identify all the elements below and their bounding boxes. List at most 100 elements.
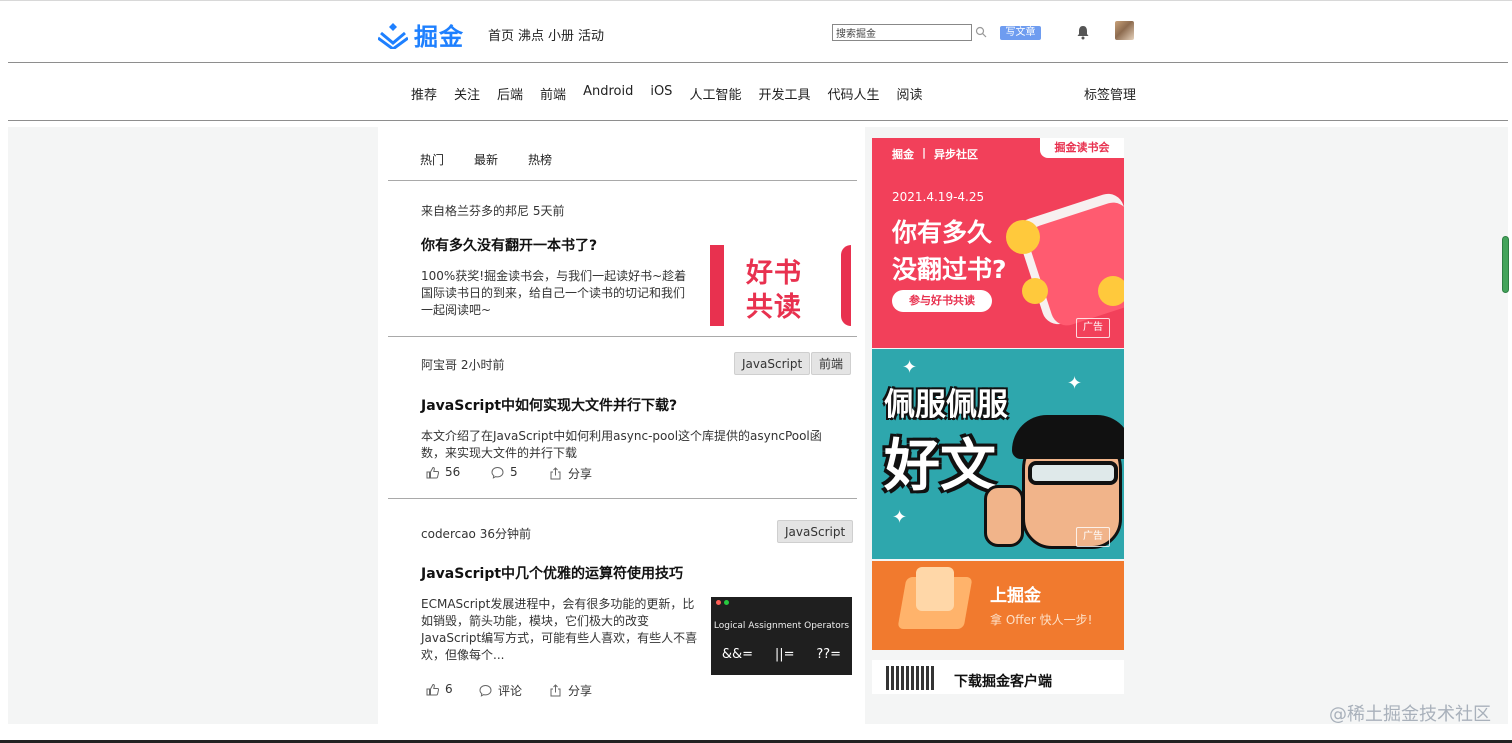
operator-text: ||=	[774, 647, 795, 662]
thumbnail-text: 共读	[746, 292, 802, 323]
share-label: 分享	[568, 684, 593, 698]
ad-brand-juejin: 掘金	[892, 148, 914, 161]
ad-headline-big: 好文	[884, 434, 996, 499]
tag-manage-link[interactable]: 标签管理	[1084, 84, 1136, 103]
ad-headline-line: 你有多久	[892, 218, 993, 247]
tag-backend[interactable]: 后端	[497, 84, 523, 103]
thumbs-up-illustration	[984, 485, 1024, 547]
nav-events[interactable]: 活动	[578, 25, 604, 44]
article-desc: 100%获奖!掘金读书会，与我们一起读好书~趁着 国际读书日的到来，给自己一个读…	[421, 268, 686, 319]
tag-android[interactable]: Android	[583, 84, 633, 103]
tag-ios[interactable]: iOS	[650, 84, 672, 103]
tag-badge[interactable]: 前端	[811, 352, 852, 375]
article-desc-line: ECMAScript发展进程中，会有很多功能的更新，比	[421, 597, 695, 611]
operator-text: &&=	[721, 647, 754, 662]
article-desc-line: 一起阅读吧~	[421, 303, 492, 317]
ad-headline: 上掘金	[990, 586, 1041, 606]
article-meta[interactable]: 阿宝哥 2小时前	[421, 356, 504, 373]
sparkle-icon: ✦	[1067, 373, 1083, 394]
window-dot	[724, 600, 729, 605]
thumbnail-bar-left	[710, 245, 724, 326]
like-button[interactable]: 6	[426, 682, 453, 696]
sparkle-icon: ✦	[892, 507, 908, 528]
ad-headline: 你有多久 没翻过书?	[892, 214, 1007, 288]
offer-ad[interactable]: 上掘金 拿 Offer 快人一步!	[872, 561, 1124, 650]
cartoon-hair	[1012, 415, 1124, 459]
download-app-card[interactable]: 下载掘金客户端	[872, 660, 1124, 694]
tab-hot[interactable]: 热门	[420, 151, 444, 168]
article-title[interactable]: JavaScript中如何实现大文件并行下载?	[421, 395, 677, 415]
article-thumbnail[interactable]: 好书 共读	[710, 245, 851, 326]
feed-divider	[388, 180, 857, 181]
article-title[interactable]: JavaScript中几个优雅的运算符使用技巧	[421, 563, 683, 583]
share-button[interactable]: 分享	[549, 465, 592, 482]
tag-frontend[interactable]: 前端	[540, 84, 566, 103]
article-desc-line: JavaScript编写方式，可能有些人喜欢，有些人不喜	[421, 631, 698, 645]
article-desc-line: 国际读书日的到来，给自己一个读书的切记和我们	[421, 286, 686, 300]
cartoon-glasses	[1028, 461, 1118, 485]
feed-tabs: 热门 最新 热榜	[420, 151, 552, 168]
tag-list: 推荐 关注 后端 前端 Android iOS 人工智能 开发工具 代码人生 阅…	[411, 84, 923, 103]
join-reading-button[interactable]: 参与好书共读	[892, 290, 992, 312]
article-desc-line: 数，来实现大文件的并行下载	[421, 446, 578, 460]
isometric-illustration	[916, 567, 954, 611]
search-input[interactable]	[832, 24, 972, 41]
great-article-ad[interactable]: ✦ ✦ ✦ 佩服佩服 好文 广告	[872, 349, 1124, 559]
comment-button[interactable]: 5	[491, 465, 518, 479]
share-icon	[550, 684, 561, 697]
article-desc-line: 100%获奖!掘金读书会，与我们一起读好书~趁着	[421, 269, 687, 283]
tab-ranking[interactable]: 热榜	[528, 151, 552, 168]
juejin-logo[interactable]: 掘金	[378, 17, 464, 52]
article-title[interactable]: 你有多久没有翻开一本书了?	[421, 235, 597, 255]
thumbnail-bar-right	[841, 245, 851, 326]
ad-date: 2021.4.19-4.25	[892, 190, 985, 204]
tag-devtools[interactable]: 开发工具	[758, 84, 810, 103]
qr-code-icon	[886, 666, 936, 690]
write-article-button[interactable]: 写文章	[1000, 26, 1041, 40]
nav-home[interactable]: 首页	[488, 25, 514, 44]
watermark: @稀土掘金技术社区	[1329, 704, 1491, 725]
comment-icon	[491, 466, 504, 479]
article-desc-line: 如销毁，箭头功能，模块，它们极大的改变	[421, 614, 650, 628]
ad-label: 广告	[1076, 318, 1110, 338]
thumbnail-operators: &&= ||= ??=	[711, 647, 852, 662]
thumbs-up-icon	[426, 466, 439, 478]
nav-books[interactable]: 小册	[548, 25, 574, 44]
tag-ai[interactable]: 人工智能	[689, 84, 741, 103]
share-button[interactable]: 分享	[549, 682, 592, 699]
like-count: 56	[445, 465, 461, 479]
comment-label: 评论	[498, 684, 523, 698]
window-dots	[716, 600, 729, 605]
logo-text: 掘金	[414, 23, 464, 51]
reading-club-label: 掘金读书会	[1040, 138, 1124, 158]
scrollbar-thumb[interactable]	[1502, 236, 1509, 293]
nav-pins[interactable]: 沸点	[518, 25, 544, 44]
search-icon[interactable]	[975, 26, 987, 38]
tag-badge[interactable]: JavaScript	[734, 352, 811, 375]
download-app-label: 下载掘金客户端	[954, 674, 1052, 690]
reading-club-ad[interactable]: 掘金 | 异步社区 掘金读书会 2021.4.19-4.25 你有多久 没翻过书…	[872, 138, 1124, 348]
tag-recommend[interactable]: 推荐	[411, 84, 437, 103]
emoji-icon	[1022, 278, 1048, 304]
article-desc-line: 欢，但像每个...	[421, 648, 505, 662]
ad-brand: 掘金 | 异步社区	[892, 146, 978, 162]
tag-badge[interactable]: JavaScript	[777, 520, 854, 543]
comment-count: 5	[510, 465, 518, 479]
tag-reading[interactable]: 阅读	[896, 84, 922, 103]
operator-text: ??=	[816, 647, 842, 662]
comment-button[interactable]: 评论	[479, 682, 522, 699]
tab-latest[interactable]: 最新	[474, 151, 498, 168]
bell-icon[interactable]	[1076, 25, 1090, 40]
like-button[interactable]: 56	[426, 465, 460, 479]
article-meta[interactable]: codercao 36分钟前	[421, 525, 531, 542]
tag-code-life[interactable]: 代码人生	[827, 84, 879, 103]
top-header: 掘金 首页 沸点 小册 活动 写文章	[0, 0, 1512, 62]
tag-following[interactable]: 关注	[454, 84, 480, 103]
share-icon	[550, 467, 561, 480]
tagnav-divider	[8, 120, 1508, 121]
article-thumbnail[interactable]: Logical Assignment Operators &&= ||= ??=	[711, 597, 852, 675]
user-avatar[interactable]	[1115, 21, 1134, 40]
share-label: 分享	[568, 467, 593, 481]
article-meta[interactable]: 来自格兰芬多的邦尼 5天前	[421, 202, 564, 219]
emoji-icon	[1098, 276, 1124, 306]
